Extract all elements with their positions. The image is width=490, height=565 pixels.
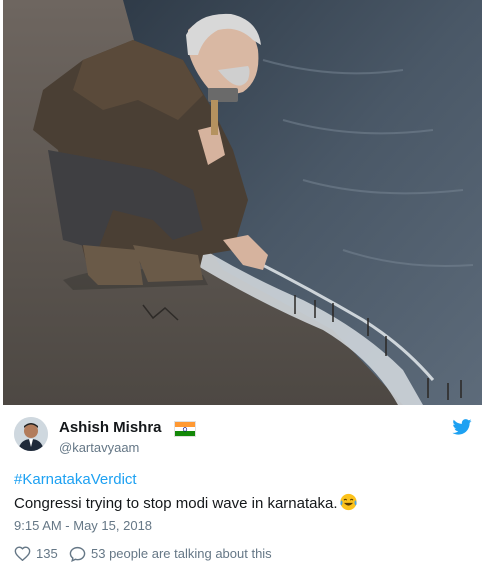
tweet-photo[interactable] [3,0,482,405]
tweet-card: Ashish Mishra @kartavyaam #KarnatakaVerd… [0,0,490,565]
tweet-text-content: Congressi trying to stop modi wave in ka… [14,495,338,512]
tweet-timestamp[interactable]: 9:15 AM - May 15, 2018 [14,518,152,533]
like-count[interactable]: 135 [36,546,58,561]
hashtag-link[interactable]: #KarnatakaVerdict [14,471,137,488]
india-flag-icon [174,421,196,437]
author-name[interactable]: Ashish Mishra [59,419,162,436]
heart-icon[interactable] [14,546,31,562]
talking-about-link[interactable]: 53 people are talking about this [91,546,272,561]
avatar[interactable] [14,417,48,451]
author-handle[interactable]: @kartavyaam [59,440,139,455]
beach-photo [3,0,482,405]
reply-bubble-icon[interactable] [69,546,86,562]
tweet-text: Congressi trying to stop modi wave in ka… [14,493,358,512]
face-with-tears-of-joy-icon [339,493,358,511]
twitter-bird-icon[interactable] [452,419,472,435]
